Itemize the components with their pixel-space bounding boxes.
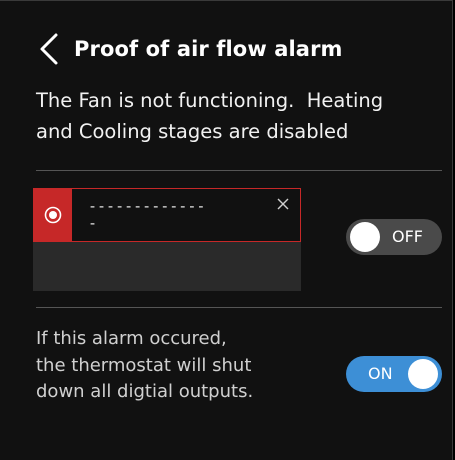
alarm-text-line: - [88,214,98,232]
alarm-description-line: and Cooling stages are disabled [36,120,349,143]
toggle-label: ON [368,364,393,383]
toggle-label: OFF [392,227,423,246]
chevron-left-icon [40,33,58,65]
shutdown-description: If this alarm occured, the thermostat wi… [36,326,326,406]
alarm-text: ------------- - [88,198,258,232]
alarm-description-line: The Fan is not functioning. Heating [36,89,384,112]
shutdown-description-line: If this alarm occured, [36,328,227,349]
toggle-knob [408,359,438,389]
alarm-item[interactable]: ------------- - [33,188,301,291]
alarm-description: The Fan is not functioning. Heating and … [36,85,436,147]
close-icon[interactable] [275,196,291,212]
alarm-settings-screen: Proof of air flow alarm The Fan is not f… [0,0,453,460]
header: Proof of air flow alarm [38,29,343,69]
shutdown-description-line: down all digtial outputs. [36,381,254,402]
alarm-status-cell [34,189,72,241]
shutdown-description-line: the thermostat will shut [36,354,252,376]
divider [36,170,442,171]
alarm-toggle[interactable]: OFF [346,219,442,255]
alarm-record-icon [44,206,62,224]
alarm-row: ------------- - [33,188,301,242]
page-title: Proof of air flow alarm [74,37,343,61]
toggle-knob [350,222,380,252]
alarm-text-line: ------------- [88,197,206,215]
divider [36,307,442,308]
back-button[interactable] [38,30,64,68]
shutdown-outputs-toggle[interactable]: ON [346,356,442,392]
